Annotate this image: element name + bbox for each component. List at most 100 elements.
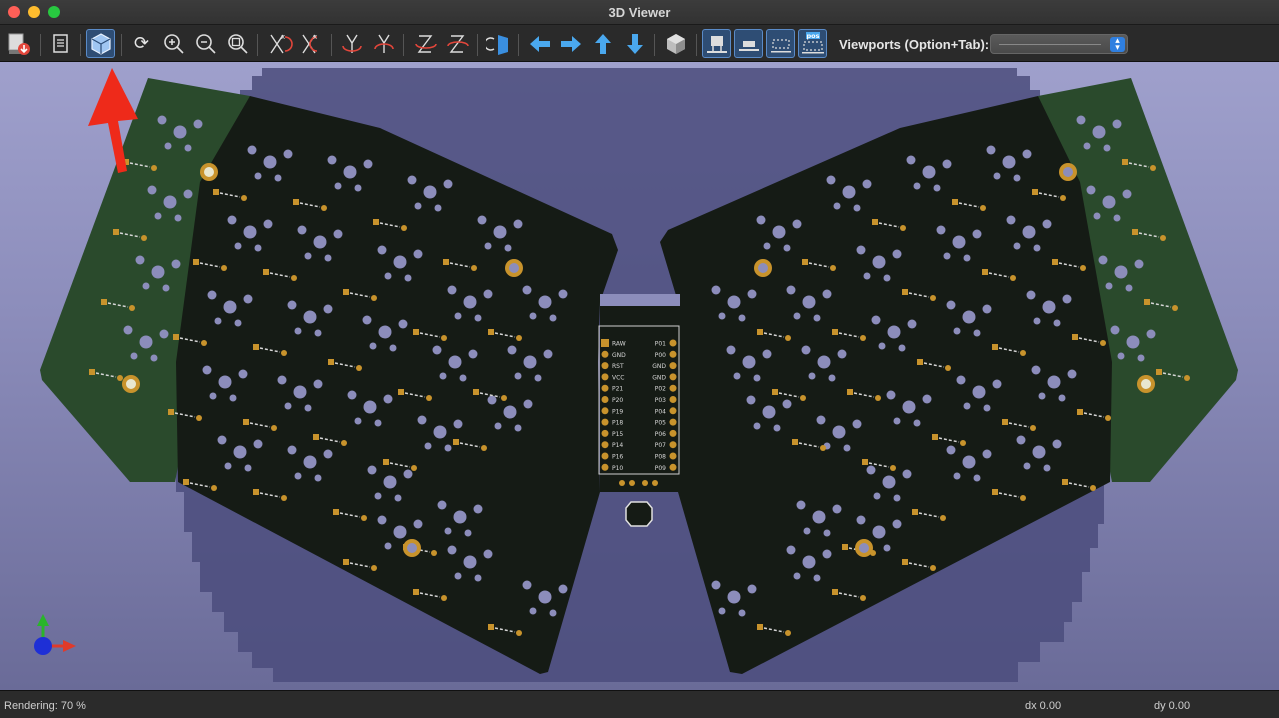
title-bar: 3D Viewer xyxy=(0,0,1279,25)
pin-label: GND xyxy=(652,374,666,381)
viewports-label: Viewports (Option+Tab): xyxy=(839,37,990,52)
controller-pin: P15 xyxy=(601,429,623,438)
controller-pin: P18 xyxy=(601,418,623,427)
show-virtual-button[interactable] xyxy=(766,29,795,58)
pan-left-icon xyxy=(529,35,550,52)
zoom-out-icon xyxy=(195,33,216,54)
flip-board-icon xyxy=(485,34,508,55)
rotate-x-ccw-icon: x xyxy=(301,33,317,53)
axis-gizmo xyxy=(34,614,76,655)
pin-label: RAW xyxy=(612,341,626,348)
reload-button[interactable]: ⟳ xyxy=(127,29,156,58)
pin-label: P02 xyxy=(655,386,666,393)
controller-pin: P00 xyxy=(655,350,677,359)
pin-label: P06 xyxy=(655,431,666,438)
controller-pin: VCC xyxy=(601,373,624,381)
pin-label: P20 xyxy=(612,397,623,404)
zoom-out-button[interactable] xyxy=(191,29,220,58)
status-bar: Rendering: 70 % dx 0.00 dy 0.00 xyxy=(0,690,1279,718)
controller-pin: P07 xyxy=(655,441,677,449)
controller-pin: GND xyxy=(652,373,677,381)
ortho-cube-icon xyxy=(666,33,685,54)
rotate-y-ccw-icon xyxy=(373,34,394,53)
chevron-updown-icon: ▴ ▾ xyxy=(1110,36,1125,52)
pan-up-button[interactable] xyxy=(588,29,617,58)
pcb-render: RAW P01 GND P00 RST GND VCC GND P21 P02 P20 P03 P19 P… xyxy=(34,68,1238,682)
pin-label: P19 xyxy=(612,408,623,415)
controller-pin: P19 xyxy=(601,407,623,415)
pin-label: P16 xyxy=(612,454,623,461)
dx-readout: dx 0.00 xyxy=(1025,700,1062,712)
flip-board-button[interactable] xyxy=(484,29,513,58)
pin-label: GND xyxy=(652,363,666,370)
controller-pin: P05 xyxy=(655,418,677,427)
rotate-x-cw-icon: x xyxy=(269,33,293,53)
pan-right-button[interactable] xyxy=(556,29,585,58)
rotate-y-ccw-button[interactable] xyxy=(369,29,398,58)
controller-pin: P08 xyxy=(655,452,677,461)
pan-right-icon xyxy=(560,35,581,52)
export-image-icon xyxy=(8,33,30,55)
rendering-status: Rendering: 70 % xyxy=(4,700,86,712)
ortho-toggle-button[interactable] xyxy=(661,29,690,58)
pin-label: P15 xyxy=(612,431,623,438)
pin-label: P10 xyxy=(612,465,623,472)
3d-viewport[interactable]: RAW P01 GND P00 RST GND VCC GND P21 P02 P20 P03 P19 P… xyxy=(0,62,1279,690)
controller-pin: P10 xyxy=(601,463,623,472)
controller-pin: P01 xyxy=(655,339,677,348)
window-title: 3D Viewer xyxy=(608,5,671,20)
rotate-y-cw-button[interactable] xyxy=(337,29,366,58)
controller-pin: P06 xyxy=(655,429,677,438)
pin-label: P07 xyxy=(655,442,666,449)
svg-text:x: x xyxy=(313,33,317,41)
svg-text:x: x xyxy=(281,33,285,41)
rotate-y-cw-icon xyxy=(341,34,362,53)
controller-pin: P14 xyxy=(601,441,623,449)
export-image-button[interactable] xyxy=(4,29,33,58)
controller-pin: P16 xyxy=(601,452,623,461)
rotate-z-cw-button[interactable] xyxy=(411,29,440,58)
viewports-select[interactable]: ▴ ▾ xyxy=(990,34,1128,54)
show-not-in-pos-button[interactable]: pos xyxy=(798,29,827,58)
rotate-x-cw-button[interactable]: x xyxy=(265,29,294,58)
pin-label: P00 xyxy=(655,352,666,359)
copy-icon xyxy=(52,33,68,53)
pin-label: P03 xyxy=(655,397,666,404)
controller-pin: P02 xyxy=(655,384,677,393)
copy-button[interactable] xyxy=(46,29,75,58)
zoom-fit-button[interactable] xyxy=(223,29,252,58)
zoom-fit-icon xyxy=(227,33,248,54)
rotate-z-ccw-icon xyxy=(446,34,469,53)
pin-label: GND xyxy=(612,352,626,359)
controller-pin: P09 xyxy=(655,463,677,472)
rotate-z-ccw-button[interactable] xyxy=(443,29,472,58)
pin-label: P21 xyxy=(612,386,623,393)
3d-view-button[interactable] xyxy=(86,29,115,58)
show-smd-icon xyxy=(738,40,759,51)
rotate-x-ccw-button[interactable]: x xyxy=(297,29,326,58)
show-tht-icon xyxy=(706,35,727,53)
pan-left-button[interactable] xyxy=(525,29,554,58)
controller-pin: P04 xyxy=(655,407,677,415)
dy-readout: dy 0.00 xyxy=(1154,700,1191,712)
pin-label: P18 xyxy=(612,420,623,427)
pin-label: P09 xyxy=(655,465,666,472)
controller-pin: RAW xyxy=(601,339,626,348)
controller-pin: P03 xyxy=(655,396,677,404)
pin-label: P14 xyxy=(612,442,623,449)
zoom-in-button[interactable] xyxy=(159,29,188,58)
pin-label: P04 xyxy=(655,408,666,415)
svg-text:pos: pos xyxy=(806,32,819,40)
show-tht-button[interactable] xyxy=(702,29,731,58)
pin-label: P08 xyxy=(655,454,666,461)
pin-label: RST xyxy=(612,363,624,370)
controller-pin: GND xyxy=(652,362,677,370)
zoom-in-icon xyxy=(163,33,184,54)
show-smd-button[interactable] xyxy=(734,29,763,58)
reload-icon: ⟳ xyxy=(133,33,150,53)
controller-pin: P21 xyxy=(601,384,623,393)
pan-down-button[interactable] xyxy=(620,29,649,58)
pin-label: P01 xyxy=(655,341,666,348)
controller-pin: GND xyxy=(601,350,626,359)
show-virtual-icon xyxy=(770,38,791,52)
